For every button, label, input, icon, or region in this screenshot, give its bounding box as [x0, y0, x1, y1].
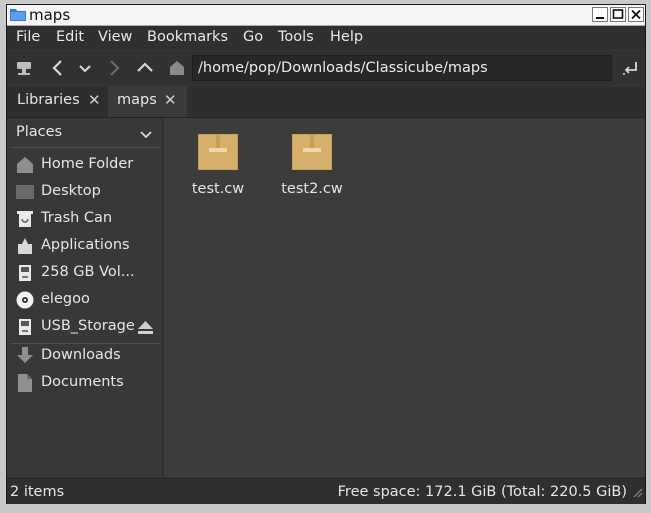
place-trash-can[interactable]: Trash Can [7, 206, 162, 233]
chevron-down-icon[interactable] [140, 127, 152, 143]
go-icon[interactable] [619, 57, 641, 79]
place-label: Desktop [41, 183, 101, 199]
place-label: Downloads [41, 347, 121, 363]
place-desktop[interactable]: Desktop [7, 179, 162, 206]
places-header[interactable]: Places [7, 118, 162, 146]
file-name: test.cw [191, 181, 245, 197]
tab-label: Libraries [17, 92, 80, 108]
applications-icon [16, 237, 34, 255]
back-icon[interactable] [47, 57, 69, 79]
history-dropdown-icon[interactable] [74, 57, 96, 79]
place-applications[interactable]: Applications [7, 233, 162, 260]
window-title: maps [29, 6, 71, 24]
places-sidebar: Places Home Folder Desktop Trash Can App… [7, 118, 163, 477]
package-icon [197, 133, 239, 174]
item-count: 2 items [10, 484, 65, 500]
title-bar[interactable]: maps [7, 5, 645, 26]
folder-icon [10, 8, 26, 21]
desktop-icon [16, 183, 34, 201]
tab-maps[interactable]: maps ✕ [108, 86, 187, 117]
location-bar [192, 55, 612, 81]
place-label: Applications [41, 237, 130, 253]
file-item[interactable]: test2.cw [272, 133, 352, 204]
file-name: test2.cw [281, 181, 343, 197]
menu-help[interactable]: Help [330, 29, 363, 45]
package-icon [291, 133, 333, 174]
file-manager-window: maps File Edit View Bookmarks Go Tools H… [6, 4, 646, 504]
eject-icon[interactable] [138, 321, 153, 338]
tab-bar: Libraries ✕ maps ✕ [7, 86, 645, 118]
disc-icon [16, 291, 34, 309]
trash-icon [16, 210, 34, 228]
place-label: USB_Storage [41, 318, 135, 334]
drive-icon [16, 264, 34, 282]
location-input[interactable] [198, 58, 603, 78]
free-space: Free space: 172.1 GiB (Total: 220.5 GiB) [337, 484, 627, 500]
minimize-icon[interactable] [592, 7, 608, 22]
connect-icon[interactable] [13, 57, 35, 79]
place-258-gb-volume[interactable]: 258 GB Vol... [7, 260, 162, 287]
resize-grip-icon[interactable] [633, 485, 643, 501]
menu-go[interactable]: Go [243, 29, 263, 45]
home-icon[interactable] [166, 57, 188, 79]
menu-bar: File Edit View Bookmarks Go Tools Help [7, 26, 645, 50]
up-icon[interactable] [134, 57, 156, 79]
place-label: Trash Can [41, 210, 113, 226]
place-documents[interactable]: Documents [7, 370, 162, 397]
document-icon [16, 374, 34, 392]
file-view[interactable]: test.cw test2.cw [164, 118, 645, 477]
tab-libraries[interactable]: Libraries ✕ [10, 86, 106, 117]
forward-icon[interactable] [103, 57, 125, 79]
place-home-folder[interactable]: Home Folder [7, 152, 162, 179]
places-title: Places [16, 124, 63, 140]
place-label: Home Folder [41, 156, 134, 172]
close-icon[interactable] [628, 7, 644, 22]
drive-icon [16, 318, 34, 336]
place-label: Documents [41, 374, 124, 390]
menu-edit[interactable]: Edit [56, 29, 84, 45]
home-icon [16, 156, 34, 174]
close-tab-icon[interactable]: ✕ [88, 91, 101, 109]
menu-file[interactable]: File [16, 29, 40, 45]
place-label: 258 GB Vol... [41, 264, 135, 280]
status-bar: 2 items Free space: 172.1 GiB (Total: 22… [7, 478, 645, 504]
file-item[interactable]: test.cw [178, 133, 258, 204]
download-icon [16, 347, 34, 365]
place-label: elegoo [41, 291, 90, 307]
toolbar [7, 51, 645, 85]
place-usb-storage[interactable]: USB_Storage [7, 314, 162, 341]
menu-tools[interactable]: Tools [278, 29, 314, 45]
divider [11, 147, 160, 148]
tab-label: maps [117, 92, 157, 108]
place-downloads[interactable]: Downloads [7, 343, 162, 370]
close-tab-icon[interactable]: ✕ [164, 91, 177, 109]
menu-bookmarks[interactable]: Bookmarks [147, 29, 228, 45]
place-elegoo[interactable]: elegoo [7, 287, 162, 314]
menu-view[interactable]: View [98, 29, 132, 45]
maximize-icon[interactable] [610, 7, 626, 22]
